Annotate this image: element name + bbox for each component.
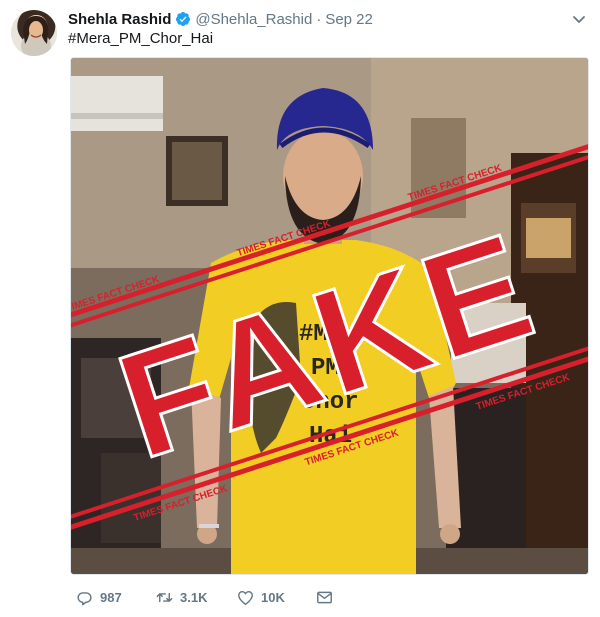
reply-button[interactable]: 987 <box>75 588 155 607</box>
tweet-card[interactable]: Shehla Rashid @Shehla_Rashid · Sep 22 #M… <box>0 0 600 617</box>
direct-message-button[interactable] <box>315 588 340 607</box>
reply-icon <box>77 591 92 605</box>
retweet-count: 3.1K <box>180 589 208 605</box>
retweet-button[interactable]: 3.1K <box>155 588 236 607</box>
separator-dot: · <box>316 10 322 28</box>
tweet-image[interactable]: #Mera PM Chor Hai TIMES FACT CHECK TIMES… <box>70 57 589 575</box>
like-button[interactable]: 10K <box>236 588 315 607</box>
heart-icon <box>238 590 253 605</box>
verified-badge-icon <box>175 11 191 27</box>
direct-message-icon <box>317 591 332 603</box>
tweet-header: Shehla Rashid @Shehla_Rashid · Sep 22 <box>68 9 373 29</box>
chevron-down-icon[interactable] <box>570 10 588 28</box>
author-handle[interactable]: @Shehla_Rashid <box>195 11 312 28</box>
tweet-text[interactable]: #Mera_PM_Chor_Hai <box>68 30 213 47</box>
reply-count: 987 <box>100 589 122 605</box>
author-name[interactable]: Shehla Rashid <box>68 11 171 28</box>
like-count: 10K <box>261 589 285 605</box>
retweet-icon <box>156 592 173 602</box>
avatar[interactable] <box>11 10 57 56</box>
tweet-actions: 987 3.1K 10K <box>75 586 340 608</box>
timestamp-link[interactable]: Sep 22 <box>325 11 373 28</box>
